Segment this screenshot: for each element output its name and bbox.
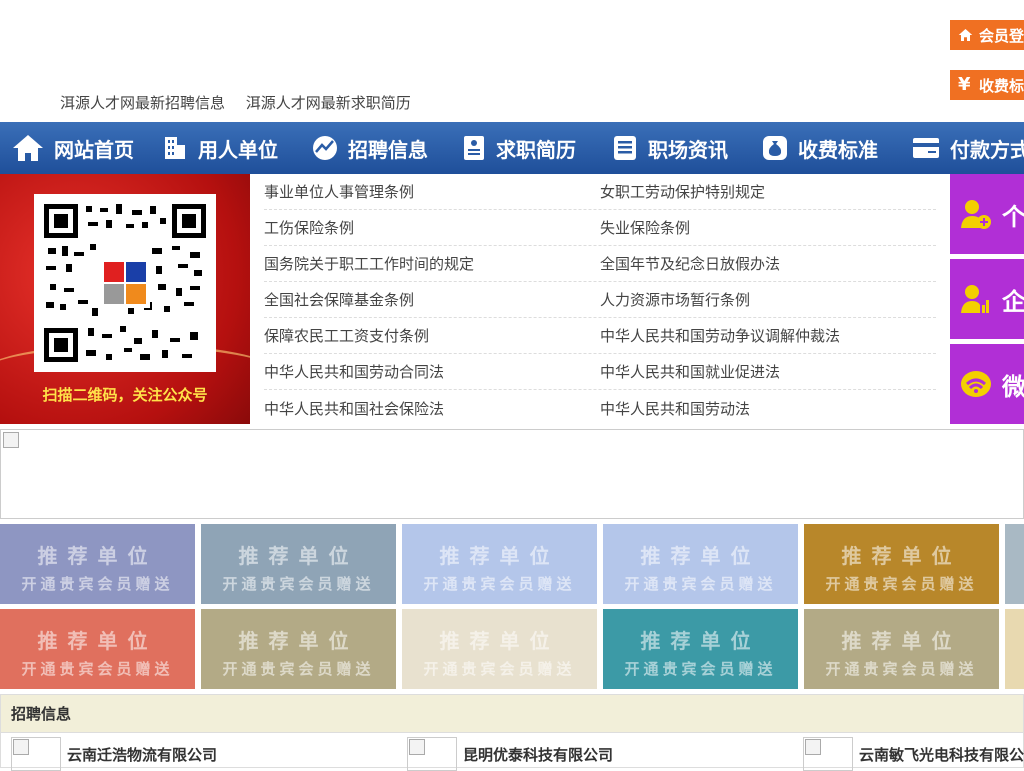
- law-link[interactable]: 工伤保险条例: [264, 217, 600, 238]
- nav-resumes-label: 求职简历: [496, 137, 576, 162]
- broken-image-icon: [805, 739, 821, 755]
- nav-payment-label: 付款方式: [950, 137, 1024, 162]
- law-row: 全国社会保障基金条例 人力资源市场暂行条例: [264, 282, 936, 318]
- member-login-button[interactable]: 会员登: [950, 20, 1024, 50]
- nav-home[interactable]: 网站首页: [0, 122, 150, 174]
- law-link[interactable]: 中华人民共和国劳动合同法: [264, 361, 600, 382]
- law-link[interactable]: 中华人民共和国劳动法: [600, 398, 936, 419]
- person-add-icon: [961, 200, 991, 229]
- law-row: 事业单位人事管理条例 女职工劳动保护特别规定: [264, 174, 936, 210]
- broken-image-icon: [3, 432, 19, 448]
- qr-code: [34, 194, 216, 372]
- recruit-title: 招聘信息: [1, 695, 1023, 733]
- nav-news[interactable]: 职场资讯: [600, 122, 750, 174]
- recommend-tile[interactable]: 推荐单位 开通贵宾会员赠送: [0, 609, 195, 689]
- recommend-tile[interactable]: 推荐单位 开通贵宾会员赠送: [201, 524, 396, 604]
- law-row: 中华人民共和国社会保险法 中华人民共和国劳动法: [264, 390, 936, 426]
- qr-caption: 扫描二维码，关注公众号: [42, 386, 208, 404]
- wechat-tile[interactable]: 微: [950, 344, 1024, 424]
- law-link[interactable]: 中华人民共和国劳动争议调解仲裁法: [600, 325, 936, 346]
- law-link[interactable]: 国务院关于职工工作时间的规定: [264, 253, 600, 274]
- personal-tile-label: 个: [1002, 202, 1024, 231]
- law-link[interactable]: 中华人民共和国社会保险法: [264, 398, 600, 419]
- wechat-tile-label: 微: [1002, 372, 1024, 401]
- qr-code-panel: 扫描二维码，关注公众号: [0, 174, 250, 424]
- nav-employers-label: 用人单位: [198, 137, 278, 162]
- law-row: 工伤保险条例 失业保险条例: [264, 210, 936, 246]
- enterprise-tile-label: 企: [1002, 287, 1024, 316]
- recommend-tile[interactable]: [1005, 609, 1024, 689]
- main-nav: 网站首页 用人单位 招聘信息 求职简历 职场资讯 收费标准 付款方式: [0, 122, 1024, 174]
- nav-fees[interactable]: 收费标准: [750, 122, 900, 174]
- chart-icon: [313, 136, 337, 160]
- fee-standard-label: 收费标: [978, 76, 1024, 95]
- company-item[interactable]: 云南敏飞光电科技有限公: [803, 737, 1024, 771]
- recommend-tile[interactable]: 推荐单位 开通贵宾会员赠送: [402, 609, 597, 689]
- law-row: 国务院关于职工工作时间的规定 全国年节及纪念日放假办法: [264, 246, 936, 282]
- company-name[interactable]: 云南迁浩物流有限公司: [67, 744, 217, 765]
- law-link[interactable]: 保障农民工工资支付条例: [264, 325, 600, 346]
- enterprise-tile[interactable]: 企: [950, 259, 1024, 339]
- nav-jobs[interactable]: 招聘信息: [300, 122, 450, 174]
- nav-payment[interactable]: 付款方式: [900, 122, 1024, 174]
- news-icon: [614, 136, 636, 160]
- person-chart-icon: [961, 285, 989, 313]
- company-logo: [407, 737, 457, 771]
- law-link[interactable]: 中华人民共和国就业促进法: [600, 361, 936, 382]
- nav-news-label: 职场资讯: [648, 137, 728, 162]
- company-name[interactable]: 昆明优泰科技有限公司: [463, 744, 613, 765]
- recommend-tile[interactable]: [1005, 524, 1024, 604]
- law-link[interactable]: 失业保险条例: [600, 217, 936, 238]
- recommend-tile[interactable]: 推荐单位 开通贵宾会员赠送: [603, 609, 798, 689]
- broken-image-icon: [409, 739, 425, 755]
- recommend-tile[interactable]: 推荐单位 开通贵宾会员赠送: [0, 524, 195, 604]
- nav-jobs-label: 招聘信息: [348, 137, 428, 162]
- recommend-tile[interactable]: 推荐单位 开通贵宾会员赠送: [804, 609, 999, 689]
- law-link[interactable]: 女职工劳动保护特别规定: [600, 181, 936, 202]
- home-icon: [958, 29, 973, 41]
- resume-icon: [464, 136, 484, 160]
- company-item[interactable]: 云南迁浩物流有限公司: [11, 737, 217, 771]
- law-row: 保障农民工工资支付条例 中华人民共和国劳动争议调解仲裁法: [264, 318, 936, 354]
- wechat-icon: [961, 371, 991, 397]
- latest-jobs-link[interactable]: 洱源人才网最新招聘信息: [60, 94, 225, 112]
- building-icon: [165, 137, 185, 159]
- law-link[interactable]: 事业单位人事管理条例: [264, 181, 600, 202]
- fee-standard-button[interactable]: ¥ 收费标: [950, 70, 1024, 100]
- law-link[interactable]: 全国社会保障基金条例: [264, 289, 600, 310]
- company-item[interactable]: 昆明优泰科技有限公司: [407, 737, 613, 771]
- recommend-tile[interactable]: 推荐单位 开通贵宾会员赠送: [603, 524, 798, 604]
- home-icon: [13, 135, 43, 161]
- nav-fees-label: 收费标准: [798, 137, 878, 162]
- broken-image-icon: [13, 739, 29, 755]
- company-name[interactable]: 云南敏飞光电科技有限公: [859, 744, 1024, 765]
- nav-employers[interactable]: 用人单位: [150, 122, 300, 174]
- company-logo: [803, 737, 853, 771]
- latest-resumes-link[interactable]: 洱源人才网最新求职简历: [246, 94, 411, 112]
- recommend-tile[interactable]: 推荐单位 开通贵宾会员赠送: [804, 524, 999, 604]
- law-link[interactable]: 人力资源市场暂行条例: [600, 289, 936, 310]
- banner-image[interactable]: [0, 429, 1024, 519]
- law-link[interactable]: 全国年节及纪念日放假办法: [600, 253, 936, 274]
- nav-home-label: 网站首页: [54, 137, 134, 162]
- top-links: 洱源人才网最新招聘信息 洱源人才网最新求职简历: [60, 92, 427, 113]
- company-logo: [11, 737, 61, 771]
- personal-tile[interactable]: 个: [950, 174, 1024, 254]
- recommend-tile[interactable]: 推荐单位 开通贵宾会员赠送: [201, 609, 396, 689]
- recruit-section: 招聘信息 云南迁浩物流有限公司 昆明优泰科技有限公司 云南敏飞光电科技有限公: [0, 694, 1024, 771]
- nav-resumes[interactable]: 求职简历: [450, 122, 600, 174]
- yen-icon: ¥: [958, 74, 971, 95]
- law-row: 中华人民共和国劳动合同法 中华人民共和国就业促进法: [264, 354, 936, 390]
- moneybag-icon: [763, 136, 787, 160]
- recommend-tile[interactable]: 推荐单位 开通贵宾会员赠送: [402, 524, 597, 604]
- law-list: 事业单位人事管理条例 女职工劳动保护特别规定 工伤保险条例 失业保险条例 国务院关于…: [264, 174, 936, 426]
- qr-code-image: [44, 204, 206, 362]
- card-icon: [913, 138, 939, 158]
- member-login-label: 会员登: [978, 26, 1024, 45]
